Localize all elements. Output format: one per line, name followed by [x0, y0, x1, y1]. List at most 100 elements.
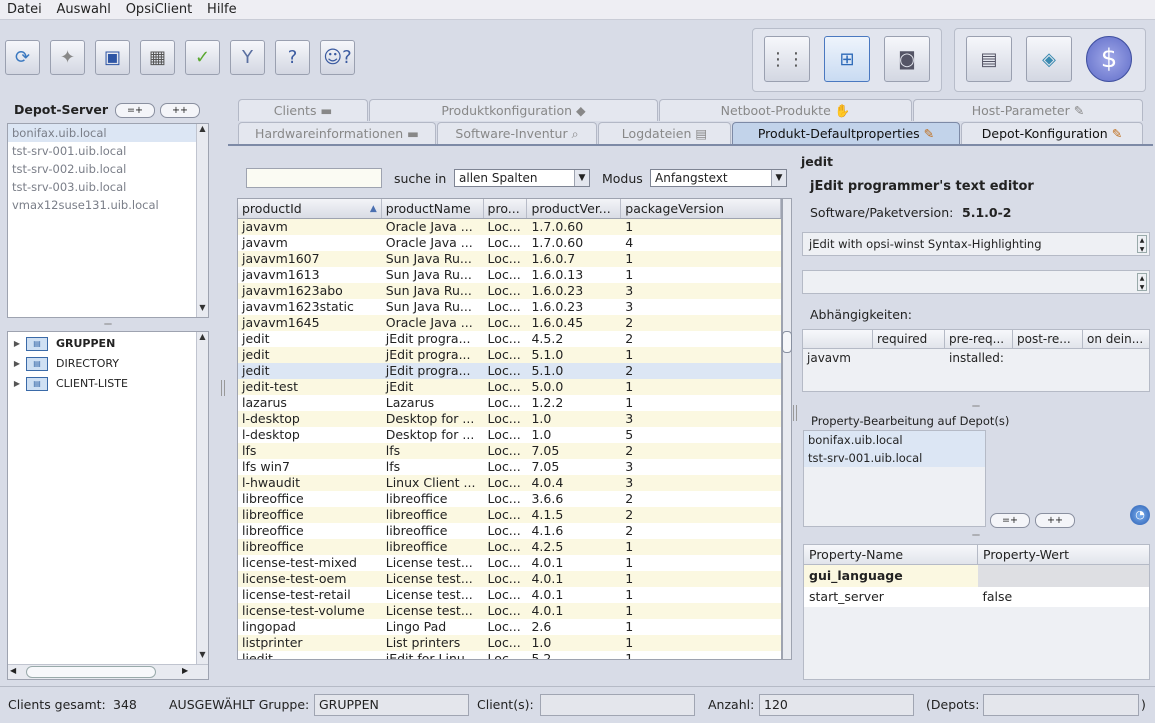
table-row[interactable]: l-desktop Desktop for ... Loc... 1.0 3 [238, 411, 781, 427]
column-header-productid[interactable]: productId ▲ [238, 199, 382, 218]
table-row[interactable]: lingopad Lingo Pad Loc... 2.6 1 [238, 619, 781, 635]
tree-node[interactable]: ▶ ▤ DIRECTORY [8, 354, 208, 374]
table-row[interactable]: ljedit jEdit for Linu... Loc... 5.2 1 [238, 651, 781, 659]
table-row[interactable]: javavm Oracle Java ... Loc... 1.7.0.60 1 [238, 219, 781, 235]
column-header-packageversion[interactable]: packageVersion [621, 199, 781, 218]
licence-button[interactable]: $ [1086, 36, 1132, 82]
table-row[interactable]: license-test-retail License test... Loc...… [238, 587, 781, 603]
description-field[interactable]: jEdit with opsi-winst Syntax-Highlightin… [802, 232, 1150, 256]
prop-depot-item[interactable]: bonifax.uib.local [804, 431, 985, 449]
tab-produktkonfiguration[interactable]: Produktkonfiguration ◆ [369, 99, 658, 121]
deps-col-ondeinstall[interactable]: on dein... [1083, 330, 1149, 348]
menu-datei[interactable]: Datei [0, 0, 46, 17]
table-row[interactable]: javavm Oracle Java ... Loc... 1.7.0.60 4 [238, 235, 781, 251]
tree-node[interactable]: ▶ ▤ CLIENT-LISTE [8, 374, 208, 394]
client-grid-button[interactable]: ⋮⋮ [764, 36, 810, 82]
tab-hardwareinformationen[interactable]: Hardwareinformationen ▬ [238, 122, 436, 144]
tab-host-parameter[interactable]: Host-Parameter ✎ [913, 99, 1143, 121]
network-button[interactable]: ▤ [966, 36, 1012, 82]
persons-help-button[interactable]: ☺? [320, 40, 355, 75]
reload-button[interactable]: ⟳ [5, 40, 40, 75]
table-row[interactable]: lfs lfs Loc... 7.05 2 [238, 443, 781, 459]
deps-col-prereq[interactable]: pre-req... [945, 330, 1013, 348]
tree-hscroll[interactable]: ◀ ▶ [8, 664, 208, 679]
prop-col-value[interactable]: Property-Wert [978, 545, 1148, 564]
check-button[interactable]: ✓ [185, 40, 220, 75]
table-row[interactable]: license-test-volume License test... Loc...… [238, 603, 781, 619]
search-column-select[interactable]: allen Spalten ▼ [454, 169, 590, 187]
table-row[interactable]: lfs win7 lfs Loc... 7.05 3 [238, 459, 781, 475]
cancel-button[interactable]: ✦ [50, 40, 85, 75]
prop-depot-add-button[interactable]: ++ [1035, 513, 1075, 528]
table-row[interactable]: jedit jEdit progra... Loc... 5.1.0 2 [238, 363, 781, 379]
table-row[interactable]: l-desktop Desktop for ... Loc... 1.0 5 [238, 427, 781, 443]
server-button[interactable]: ◙ [884, 36, 930, 82]
prop-depot-select-all-button[interactable]: =+ [990, 513, 1030, 528]
table-row[interactable]: javavm1623static Sun Java Ru... Loc... 1.6.… [238, 299, 781, 315]
filter-button[interactable]: Y [230, 40, 265, 75]
depot-list-scrollbar[interactable]: ▲ ▼ [196, 124, 208, 317]
table-row[interactable]: libreoffice libreoffice Loc... 4.1.6 2 [238, 523, 781, 539]
globe-icon[interactable]: ◔ [1130, 505, 1150, 525]
table-row[interactable]: listprinter List printers Loc... 1.0 1 [238, 635, 781, 651]
expand-arrow-icon[interactable]: ▶ [8, 334, 26, 354]
depot-list-item[interactable]: tst-srv-003.uib.local [8, 178, 208, 196]
column-header-productstate[interactable]: pro... [484, 199, 528, 218]
table-row[interactable]: license-test-oem License test... Loc... 4.0… [238, 571, 781, 587]
splitter-handle[interactable] [221, 380, 225, 396]
menu-hilfe[interactable]: Hilfe [200, 0, 241, 17]
column-header-productname[interactable]: productName [382, 199, 484, 218]
menu-auswahl[interactable]: Auswahl [50, 0, 115, 17]
depot-list-item[interactable]: tst-srv-002.uib.local [8, 160, 208, 178]
table-row[interactable]: libreoffice libreoffice Loc... 4.2.5 1 [238, 539, 781, 555]
tab-depot-konfiguration[interactable]: Depot-Konfiguration ✎ [961, 122, 1143, 144]
tab-logdateien[interactable]: Logdateien ▤ [598, 122, 731, 144]
table-row[interactable]: javavm1645 Oracle Java ... Loc... 1.6.0.45 2 [238, 315, 781, 331]
splitter-handle[interactable] [793, 405, 797, 421]
advice-field[interactable]: ▲ ▼ [802, 270, 1150, 294]
deps-col-postreq[interactable]: post-re... [1013, 330, 1083, 348]
depot-list-item[interactable]: vmax12suse131.uib.local [8, 196, 208, 214]
tree-vscroll[interactable]: ▲ ▼ [196, 332, 208, 664]
search-mode-select[interactable]: Anfangstext ▼ [650, 169, 787, 187]
prop-col-name[interactable]: Property-Name [804, 545, 978, 564]
menu-opsiclient[interactable]: OpsiClient [119, 0, 197, 17]
table-row[interactable]: license-test-mixed License test... Loc... 4… [238, 555, 781, 571]
table-row[interactable]: libreoffice libreoffice Loc... 3.6.6 2 [238, 491, 781, 507]
table-row[interactable]: libreoffice libreoffice Loc... 4.1.5 2 [238, 507, 781, 523]
table-row[interactable]: jedit jEdit progra... Loc... 4.5.2 2 [238, 331, 781, 347]
product-table-scrollbar[interactable] [782, 198, 792, 660]
depot-add-button[interactable]: ++ [160, 103, 200, 118]
depot-list-item[interactable]: tst-srv-001.uib.local [8, 142, 208, 160]
table-row[interactable]: javavm1623abo Sun Java Ru... Loc... 1.6.0.2… [238, 283, 781, 299]
tab-produkt-defaultproperties[interactable]: Produkt-Defaultproperties ✎ [732, 122, 960, 144]
expand-arrow-icon[interactable]: ▶ [8, 374, 26, 394]
client-selection-button[interactable]: ⊞ [824, 36, 870, 82]
table-row[interactable]: jedit-test jEdit Loc... 5.0.0 1 [238, 379, 781, 395]
property-row[interactable]: start_server false [804, 587, 1149, 607]
help-button[interactable]: ? [275, 40, 310, 75]
deps-col-product[interactable] [803, 330, 873, 348]
prop-depot-item[interactable]: tst-srv-001.uib.local [804, 449, 985, 467]
deps-col-required[interactable]: required [873, 330, 945, 348]
clients-button[interactable]: ▦ [140, 40, 175, 75]
splitter-handle[interactable]: ══ [7, 321, 209, 328]
monitor-add-button[interactable]: ▣ [95, 40, 130, 75]
depot-select-all-button[interactable]: =+ [115, 103, 155, 118]
tab-netboot-produkte[interactable]: Netboot-Produkte ✋ [659, 99, 912, 121]
splitter-handle[interactable]: ══ [801, 532, 1151, 539]
table-row[interactable]: javavm1613 Sun Java Ru... Loc... 1.6.0.13 1 [238, 267, 781, 283]
deps-row[interactable]: javavm installed: [803, 349, 1149, 367]
expand-arrow-icon[interactable]: ▶ [8, 354, 26, 374]
table-row[interactable]: javavm1607 Sun Java Ru... Loc... 1.6.0.7 1 [238, 251, 781, 267]
tab-software-inventur[interactable]: Software-Inventur ⌕ [437, 122, 597, 144]
table-row[interactable]: jedit jEdit progra... Loc... 5.1.0 1 [238, 347, 781, 363]
table-row[interactable]: lazarus Lazarus Loc... 1.2.2 1 [238, 395, 781, 411]
tab-clients[interactable]: Clients ▬ [238, 99, 368, 121]
tree-node[interactable]: ▶ ▤ GRUPPEN [8, 334, 208, 354]
table-row[interactable]: l-hwaudit Linux Client ... Loc... 4.0.4 3 [238, 475, 781, 491]
property-row[interactable]: gui_language [804, 565, 1149, 587]
splitter-handle[interactable]: ══ [801, 403, 1151, 410]
column-header-productversion[interactable]: productVer... [527, 199, 622, 218]
search-input[interactable] [246, 168, 382, 188]
